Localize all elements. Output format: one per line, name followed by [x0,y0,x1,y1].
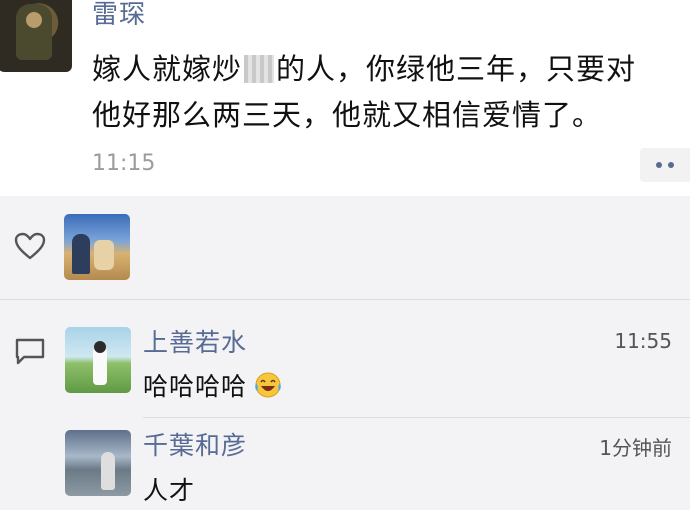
avatar-figure [94,240,114,270]
more-dots-button[interactable] [640,148,690,182]
comment-text-content: 哈哈哈哈 [143,372,248,401]
commenter-name[interactable]: 上善若水 [143,323,247,359]
divider [143,417,690,418]
post-text-part1: 嫁人就嫁炒 [92,52,243,86]
interaction-panel: 上善若水 11:55 哈哈哈哈 千葉和彦 1分钟前 人才 [0,196,690,510]
heart-icon [14,232,46,260]
comment-time: 11:55 [614,329,672,353]
commenter-avatar[interactable] [65,327,131,393]
liker-avatar[interactable] [64,214,130,280]
avatar-figure [94,341,106,353]
comment-text[interactable]: 哈哈哈哈 [143,367,283,403]
comment-text[interactable]: 人才 [143,471,195,507]
moment-post: 雷琛 嫁人就嫁炒 的人，你绿他三年，只要对他好那么两三天，他就又相信爱情了。 11… [0,0,690,196]
avatar-figure [72,234,90,274]
divider [0,299,690,300]
comment-icon [15,338,45,365]
avatar-figure [101,452,115,490]
post-time: 11:15 [92,151,156,176]
tears-of-joy-emoji-icon [255,372,281,398]
more-dots-icon [656,162,662,168]
mosaic-mask [244,55,275,83]
comment-time: 1分钟前 [599,436,672,460]
avatar-face [26,12,42,28]
commenter-avatar[interactable] [65,430,131,496]
post-text: 嫁人就嫁炒 的人，你绿他三年，只要对他好那么两三天，他就又相信爱情了。 [92,46,662,138]
commenter-name[interactable]: 千葉和彦 [143,426,247,462]
more-dots-icon [668,162,674,168]
poster-name[interactable]: 雷琛 [92,0,146,31]
poster-avatar[interactable] [0,0,72,72]
